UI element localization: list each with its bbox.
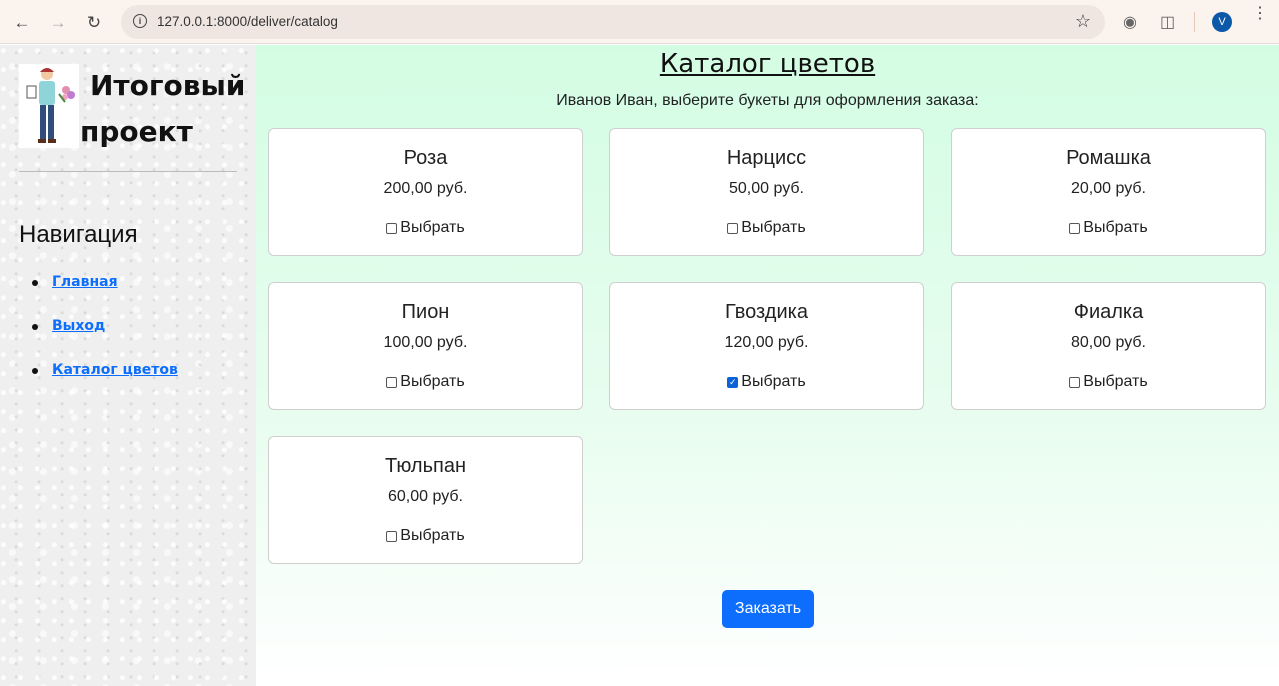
flower-name: Фиалка: [1073, 301, 1144, 323]
select-control[interactable]: ✓ Выбрать: [610, 373, 923, 391]
flower-price: 50,00 руб.: [729, 180, 804, 197]
courier-logo: [19, 64, 79, 148]
nav-item-logout: Выход: [32, 317, 178, 361]
flower-card: Тюльпан 60,00 руб. Выбрать: [268, 436, 583, 564]
browser-toolbar: ← → ↻ i 127.0.0.1:8000/deliver/catalog ☆…: [0, 0, 1279, 44]
menu-kebab-icon[interactable]: ⋮: [1252, 6, 1268, 22]
flower-name: Ромашка: [1066, 147, 1151, 169]
order-button[interactable]: Заказать: [722, 590, 814, 628]
select-label: Выбрать: [400, 527, 465, 544]
flower-card: Гвоздика 120,00 руб. ✓ Выбрать: [609, 282, 924, 410]
nav-item-home: Главная: [32, 273, 178, 317]
page-title: Каталог цветов: [659, 49, 876, 79]
flower-price: 200,00 руб.: [383, 180, 468, 197]
back-icon[interactable]: ←: [11, 11, 33, 33]
main-content: Каталог цветов Иванов Иван, выберите бук…: [256, 45, 1279, 686]
select-checkbox[interactable]: [386, 222, 398, 234]
flower-price: 120,00 руб.: [724, 334, 809, 351]
url-text: 127.0.0.1:8000/deliver/catalog: [157, 14, 338, 29]
select-label: Выбрать: [741, 219, 806, 236]
select-control[interactable]: Выбрать: [952, 373, 1265, 391]
page-subtitle: Иванов Иван, выберите букеты для оформле…: [556, 92, 979, 109]
flower-name: Нарцисс: [726, 147, 807, 169]
flower-price: 100,00 руб.: [383, 334, 468, 351]
flower-card: Пион 100,00 руб. Выбрать: [268, 282, 583, 410]
select-checkbox[interactable]: [386, 376, 398, 388]
nav-list: Главная Выход Каталог цветов: [32, 273, 178, 405]
nav-link-catalog[interactable]: Каталог цветов: [52, 362, 178, 378]
extensions-icon[interactable]: ◫: [1160, 12, 1175, 32]
brand-line-1: Итоговый: [90, 69, 246, 102]
select-checkbox[interactable]: [727, 222, 739, 234]
sidebar: Итоговый проект Навигация Главная Выход …: [0, 45, 256, 686]
brand-line-2: проект: [80, 115, 193, 148]
select-checkbox[interactable]: [386, 530, 398, 542]
flower-name: Роза: [403, 147, 448, 169]
select-control[interactable]: Выбрать: [269, 527, 582, 545]
flower-price: 80,00 руб.: [1071, 334, 1146, 351]
select-label: Выбрать: [1083, 373, 1148, 390]
select-label: Выбрать: [400, 219, 465, 236]
address-bar[interactable]: i 127.0.0.1:8000/deliver/catalog ☆: [121, 5, 1105, 39]
site-brand: Итоговый проект: [80, 63, 250, 155]
bookmark-star-icon[interactable]: ☆: [1075, 11, 1091, 32]
flower-price: 60,00 руб.: [388, 488, 463, 505]
toolbar-divider: [1194, 12, 1195, 32]
nav-item-catalog: Каталог цветов: [32, 361, 178, 405]
select-control[interactable]: Выбрать: [952, 219, 1265, 237]
nav-link-logout[interactable]: Выход: [52, 318, 105, 334]
translate-icon[interactable]: ◉: [1123, 12, 1137, 32]
select-checkbox[interactable]: [1069, 376, 1081, 388]
profile-avatar[interactable]: V: [1212, 12, 1232, 32]
select-label: Выбрать: [400, 373, 465, 390]
flower-name: Гвоздика: [725, 301, 808, 323]
flower-card: Нарцисс 50,00 руб. Выбрать: [609, 128, 924, 256]
flower-price: 20,00 руб.: [1071, 180, 1146, 197]
select-control[interactable]: Выбрать: [269, 219, 582, 237]
select-control[interactable]: Выбрать: [610, 219, 923, 237]
select-label: Выбрать: [741, 373, 806, 390]
forward-icon[interactable]: →: [47, 11, 69, 33]
nav-heading: Навигация: [19, 221, 138, 248]
flower-name: Тюльпан: [385, 455, 466, 477]
select-control[interactable]: Выбрать: [269, 373, 582, 391]
flower-card: Ромашка 20,00 руб. Выбрать: [951, 128, 1266, 256]
flower-name: Пион: [401, 301, 450, 323]
flower-card: Фиалка 80,00 руб. Выбрать: [951, 282, 1266, 410]
select-checkbox[interactable]: [1069, 222, 1081, 234]
reload-icon[interactable]: ↻: [83, 11, 105, 33]
flower-card: Роза 200,00 руб. Выбрать: [268, 128, 583, 256]
sidebar-divider: [19, 171, 237, 172]
site-info-icon[interactable]: i: [133, 14, 147, 28]
nav-link-home[interactable]: Главная: [52, 274, 118, 290]
select-label: Выбрать: [1083, 219, 1148, 236]
select-checkbox[interactable]: ✓: [727, 376, 739, 388]
